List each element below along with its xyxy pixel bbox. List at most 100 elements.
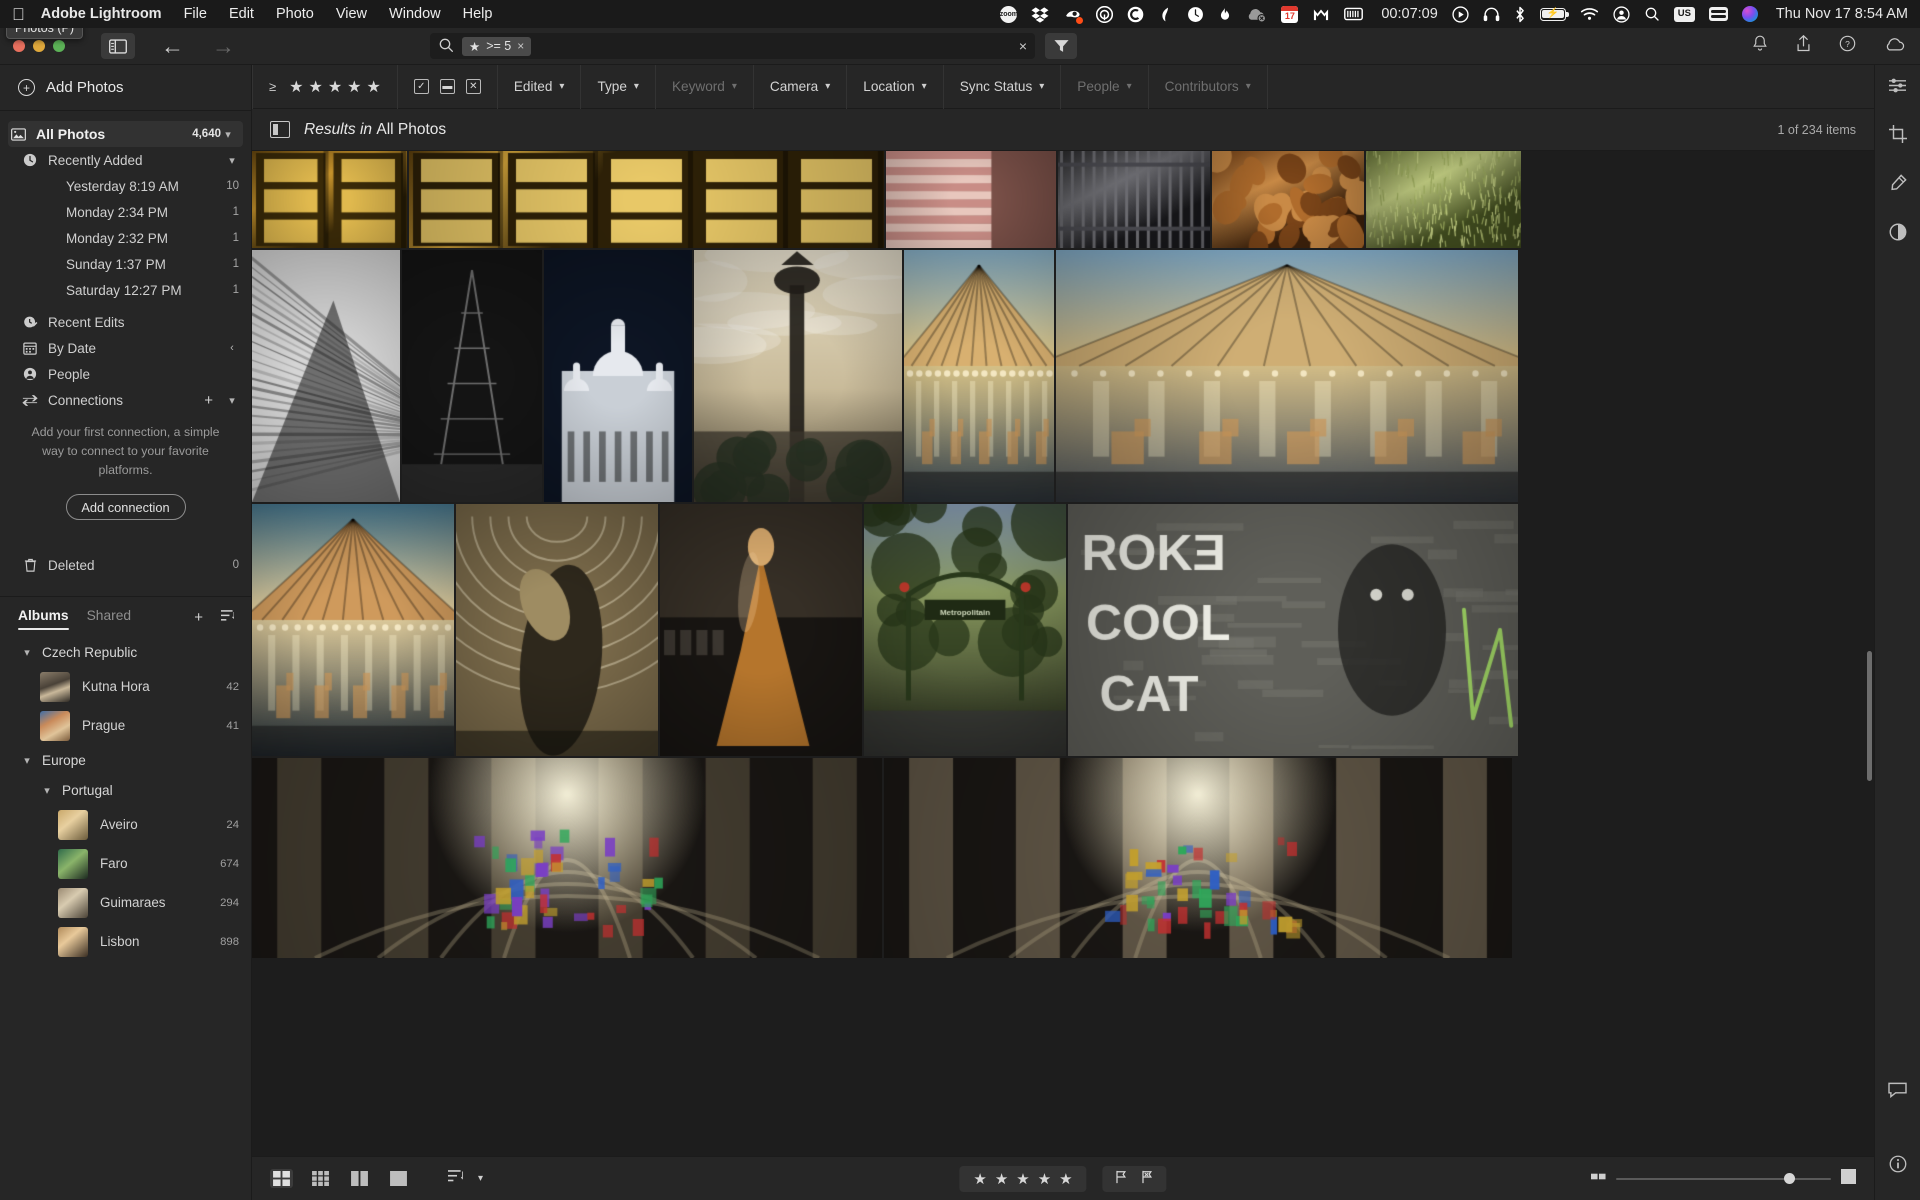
malwarebytes-icon[interactable] xyxy=(1312,6,1330,23)
album-subgroup-portugal[interactable]: ▾ Portugal xyxy=(0,775,251,805)
masking-icon[interactable] xyxy=(1889,223,1907,246)
search-input[interactable]: ★ >= 5 × × xyxy=(430,33,1035,59)
1password-icon[interactable] xyxy=(1096,5,1114,23)
album-group-czech-republic[interactable]: ▾ Czech Republic xyxy=(0,637,251,667)
album-item-lisbon[interactable]: Lisbon 898 xyxy=(0,922,251,961)
recent-item[interactable]: Sunday 1:37 PM 1 xyxy=(0,251,251,277)
grid-view-icon[interactable] xyxy=(270,121,290,138)
sidebar-item-by-date[interactable]: By Date ‹ xyxy=(0,335,251,361)
album-group-europe[interactable]: ▾ Europe xyxy=(0,745,251,775)
maximize-button[interactable] xyxy=(53,40,65,52)
albums-add-icon[interactable]: + xyxy=(194,609,203,626)
bluetooth-icon[interactable] xyxy=(1514,6,1526,23)
flag-unflagged-icon[interactable]: ▬ xyxy=(439,79,455,94)
recent-item[interactable]: Monday 2:32 PM 1 xyxy=(0,225,251,251)
apple-logo-icon[interactable]:  xyxy=(12,6,25,23)
play-icon[interactable] xyxy=(1452,5,1469,23)
funnel-icon[interactable] xyxy=(1045,33,1077,59)
photo-thumbnail[interactable] xyxy=(409,151,884,248)
search-clear-icon[interactable]: × xyxy=(1019,38,1027,54)
menu-photo[interactable]: Photo xyxy=(276,6,314,22)
star-5-icon[interactable]: ★ xyxy=(1059,1170,1072,1188)
star-1-icon[interactable]: ★ xyxy=(973,1170,986,1188)
cleanmymac-icon[interactable] xyxy=(1063,6,1084,24)
compact-grid-icon[interactable] xyxy=(309,1169,332,1188)
flag-picked-icon[interactable]: ✓ xyxy=(413,79,429,94)
crop-icon[interactable] xyxy=(1888,125,1907,148)
photo-thumbnail[interactable] xyxy=(252,151,407,248)
photo-thumbnail[interactable] xyxy=(1058,151,1210,248)
filter-sync-status[interactable]: Sync Status ▾ xyxy=(944,64,1062,109)
window-controls[interactable] xyxy=(0,40,65,52)
sidebar-item-recent-edits[interactable]: Recent Edits xyxy=(0,309,251,335)
photo-thumbnail[interactable] xyxy=(1366,151,1521,248)
filter-camera[interactable]: Camera ▾ xyxy=(754,64,848,109)
zoom-slider[interactable] xyxy=(1616,1172,1831,1184)
sidebar-item-all-photos[interactable]: All Photos 4,640 ▾ xyxy=(8,121,243,147)
info-icon[interactable] xyxy=(1889,1155,1907,1178)
star-4-icon[interactable]: ★ xyxy=(1038,1170,1051,1188)
chevron-down-icon[interactable]: ▾ xyxy=(20,646,34,659)
account-icon[interactable] xyxy=(1613,5,1630,23)
add-connection-plus-icon[interactable]: + xyxy=(204,392,213,409)
arrow-left-icon[interactable]: ← xyxy=(161,34,184,58)
star-3-icon[interactable]: ★ xyxy=(1016,1170,1029,1188)
star-5-icon[interactable]: ★ xyxy=(367,77,381,97)
photo-grid[interactable] xyxy=(252,151,1874,1156)
headphones-icon[interactable] xyxy=(1483,6,1500,22)
filter-people[interactable]: People ▾ xyxy=(1061,64,1149,109)
dropbox-icon[interactable] xyxy=(1031,6,1049,23)
recent-item[interactable]: Monday 2:34 PM 1 xyxy=(0,199,251,225)
add-photos-button[interactable]: + Add Photos xyxy=(0,65,251,111)
sort-group[interactable]: ▾ xyxy=(448,1169,483,1188)
photo-thumbnail[interactable] xyxy=(402,250,542,502)
compare-view-icon[interactable] xyxy=(348,1169,371,1188)
photo-thumbnail[interactable] xyxy=(252,250,400,502)
input-source-icon[interactable]: US xyxy=(1673,6,1695,22)
photo-thumbnail[interactable] xyxy=(544,250,692,502)
cloud-icon[interactable] xyxy=(1884,36,1906,57)
photo-thumbnail[interactable] xyxy=(252,758,882,958)
star-3-icon[interactable]: ★ xyxy=(328,77,342,97)
calendar-icon[interactable]: 17 xyxy=(1281,5,1299,23)
chevron-down-icon[interactable]: ▾ xyxy=(221,128,235,141)
filter-contributors[interactable]: Contributors ▾ xyxy=(1149,64,1268,109)
sidebar-item-connections[interactable]: Connections + ▾ xyxy=(0,387,251,413)
filter-type[interactable]: Type ▾ xyxy=(581,64,656,109)
flag-rejected-icon[interactable]: ✕ xyxy=(465,79,481,94)
zoom-out-icon[interactable] xyxy=(1591,1169,1606,1189)
battery-meter-icon[interactable] xyxy=(1344,7,1364,21)
menu-window[interactable]: Window xyxy=(389,6,441,22)
add-connection-button[interactable]: Add connection xyxy=(65,494,186,521)
bell-icon[interactable] xyxy=(1752,35,1768,57)
rating-operator[interactable]: ≥ xyxy=(269,79,276,94)
photo-thumbnail[interactable] xyxy=(1056,250,1518,502)
timer-icon[interactable] xyxy=(1187,6,1204,23)
search-filter-chip[interactable]: ★ >= 5 × xyxy=(462,36,532,56)
photo-thumbnail[interactable] xyxy=(1212,151,1364,248)
zoom-control[interactable] xyxy=(1591,1168,1856,1189)
star-2-icon[interactable]: ★ xyxy=(995,1170,1008,1188)
photo-thumbnail[interactable] xyxy=(864,504,1066,756)
star-1-icon[interactable]: ★ xyxy=(289,77,303,97)
rating-stars[interactable]: ★ ★ ★ ★ ★ xyxy=(289,77,381,97)
help-icon[interactable]: ? xyxy=(1839,35,1856,57)
flag-rejected-icon[interactable] xyxy=(1141,1170,1155,1187)
chevron-down-icon[interactable]: ▾ xyxy=(225,394,239,407)
photo-thumbnail[interactable] xyxy=(884,758,1512,958)
zoom-slider-knob[interactable] xyxy=(1784,1172,1795,1184)
flag-picked-icon[interactable] xyxy=(1115,1170,1129,1187)
tab-shared[interactable]: Shared xyxy=(87,608,132,626)
surfshark-icon[interactable] xyxy=(1158,6,1173,23)
photo-thumbnail[interactable] xyxy=(886,151,1056,248)
menubar-app-name[interactable]: Adobe Lightroom xyxy=(41,6,162,22)
chevron-down-icon[interactable]: ▾ xyxy=(478,1173,483,1184)
recent-item[interactable]: Yesterday 8:19 AM 10 xyxy=(0,173,251,199)
album-item-prague[interactable]: Prague 41 xyxy=(0,706,251,745)
rating-stars-control[interactable]: ★ ★ ★ ★ ★ xyxy=(959,1165,1087,1192)
grid-view-icon[interactable] xyxy=(270,1169,293,1188)
menu-view[interactable]: View xyxy=(336,6,367,22)
minimize-button[interactable] xyxy=(33,40,45,52)
control-center-icon[interactable] xyxy=(1708,7,1728,21)
rating-filter[interactable]: ≥ ★ ★ ★ ★ ★ xyxy=(252,64,398,109)
